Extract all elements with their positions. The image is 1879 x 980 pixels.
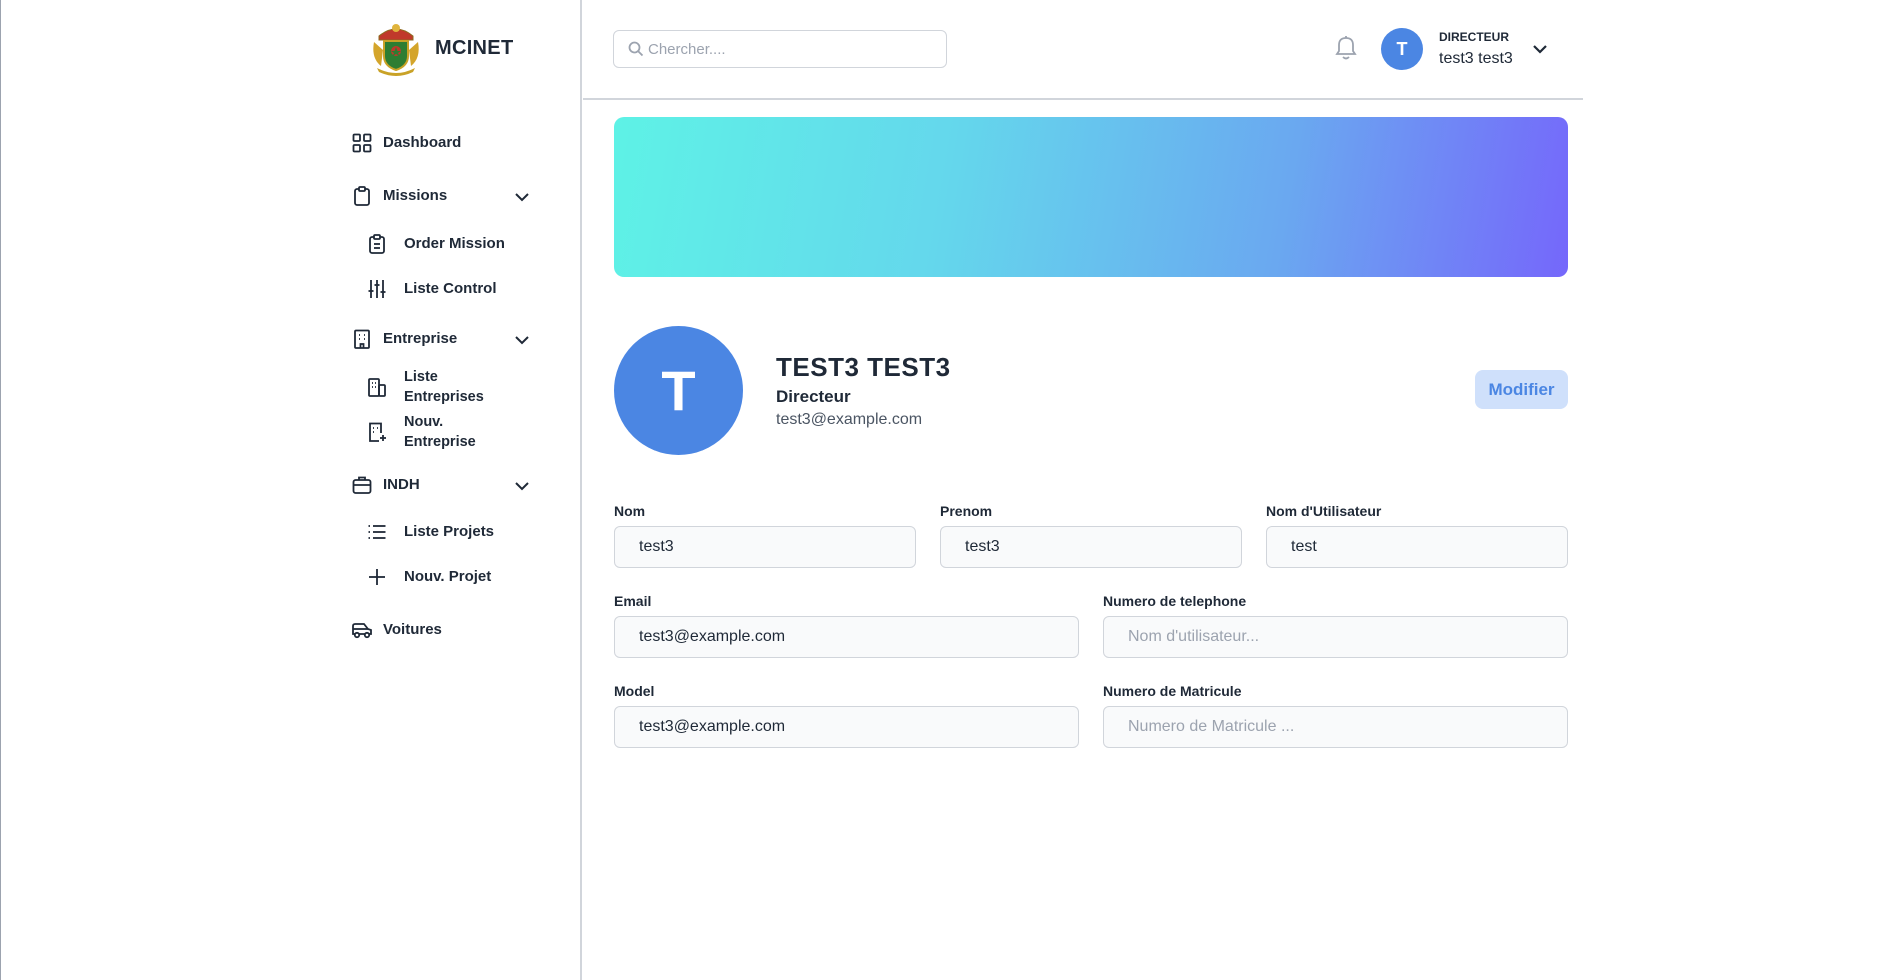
model-label: Model bbox=[614, 683, 655, 699]
sidebar-item-label: Liste Projets bbox=[404, 523, 495, 540]
list-icon bbox=[366, 521, 388, 543]
sidebar-item-label: Entreprise bbox=[383, 330, 458, 347]
sidebar-item-liste-projets[interactable]: Liste Projets bbox=[366, 521, 494, 543]
sidebar-item-dashboard[interactable]: Dashboard bbox=[351, 132, 461, 154]
dashboard-icon bbox=[351, 132, 373, 154]
sidebar-item-missions[interactable]: Missions bbox=[351, 185, 529, 207]
sidebar: MCINET Dashboard Missions Order Mission … bbox=[1, 0, 582, 980]
sidebar-item-label: Nouv. Entreprise bbox=[404, 414, 476, 450]
phone-label: Numero de telephone bbox=[1103, 593, 1247, 609]
profile-email: test3@example.com bbox=[776, 411, 923, 428]
briefcase-icon bbox=[351, 474, 373, 496]
notification-bell-icon[interactable] bbox=[1333, 34, 1359, 62]
sidebar-item-label: Order Mission bbox=[404, 235, 505, 252]
username-field[interactable] bbox=[1266, 526, 1568, 568]
sidebar-item-liste-control[interactable]: Liste Control bbox=[366, 278, 497, 300]
sidebar-item-nouv-entreprise[interactable]: Nouv. Entreprise bbox=[366, 412, 494, 452]
sidebar-item-order-mission[interactable]: Order Mission bbox=[366, 233, 505, 255]
chevron-down-icon[interactable] bbox=[513, 477, 531, 495]
search-box[interactable] bbox=[613, 30, 947, 68]
building-add-icon bbox=[366, 421, 388, 443]
search-input[interactable] bbox=[648, 40, 928, 58]
clipboard-icon bbox=[351, 185, 373, 207]
email-label: Email bbox=[614, 593, 652, 609]
top-header: T DIRECTEUR test3 test3 bbox=[583, 0, 1583, 100]
nom-label: Nom bbox=[614, 503, 646, 519]
nom-field[interactable] bbox=[614, 526, 916, 568]
sidebar-item-entreprise[interactable]: Entreprise bbox=[351, 328, 529, 350]
clipboard-list-icon bbox=[366, 233, 388, 255]
buildings-icon bbox=[366, 376, 388, 398]
sidebar-item-label: Liste Control bbox=[404, 280, 497, 297]
sidebar-item-label: Dashboard bbox=[383, 134, 462, 151]
sliders-icon bbox=[366, 278, 388, 300]
prenom-label: Prenom bbox=[940, 503, 993, 519]
sidebar-item-label: Nouv. Projet bbox=[404, 568, 492, 585]
search-icon bbox=[628, 41, 644, 57]
matricule-label: Numero de Matricule bbox=[1103, 683, 1242, 699]
user-role: DIRECTEUR bbox=[1439, 30, 1510, 44]
email-field[interactable] bbox=[614, 616, 1079, 658]
user-name: test3 test3 bbox=[1439, 50, 1513, 67]
car-icon bbox=[351, 619, 373, 641]
sidebar-item-nouv-projet[interactable]: Nouv. Projet bbox=[366, 566, 491, 588]
sidebar-item-label: INDH bbox=[383, 476, 420, 493]
model-field[interactable] bbox=[614, 706, 1079, 748]
username-label: Nom d'Utilisateur bbox=[1266, 503, 1382, 519]
user-avatar[interactable]: T bbox=[1381, 28, 1423, 70]
profile-role: Directeur bbox=[776, 387, 851, 406]
brand-name: MCINET bbox=[435, 36, 514, 59]
plus-icon bbox=[366, 566, 388, 588]
brand[interactable]: MCINET bbox=[371, 20, 513, 76]
sidebar-item-voitures[interactable]: Voitures bbox=[351, 619, 442, 641]
sidebar-item-liste-entreprises[interactable]: Liste Entreprises bbox=[366, 367, 494, 407]
profile-banner bbox=[614, 117, 1568, 277]
sidebar-item-label: Liste Entreprises bbox=[404, 369, 484, 405]
prenom-field[interactable] bbox=[940, 526, 1242, 568]
profile-name: TEST3 TEST3 bbox=[776, 352, 951, 382]
phone-field[interactable] bbox=[1103, 616, 1568, 658]
profile-avatar: T bbox=[614, 326, 743, 455]
modify-button[interactable]: Modifier bbox=[1475, 370, 1568, 409]
chevron-down-icon[interactable] bbox=[513, 188, 531, 206]
coat-of-arms-logo bbox=[373, 24, 419, 76]
matricule-field[interactable] bbox=[1103, 706, 1568, 748]
sidebar-item-label: Missions bbox=[383, 187, 448, 204]
chevron-down-icon[interactable] bbox=[1530, 39, 1550, 59]
sidebar-item-label: Voitures bbox=[383, 621, 442, 638]
chevron-down-icon[interactable] bbox=[513, 331, 531, 349]
building-icon bbox=[351, 328, 373, 350]
sidebar-item-indh[interactable]: INDH bbox=[351, 474, 529, 496]
